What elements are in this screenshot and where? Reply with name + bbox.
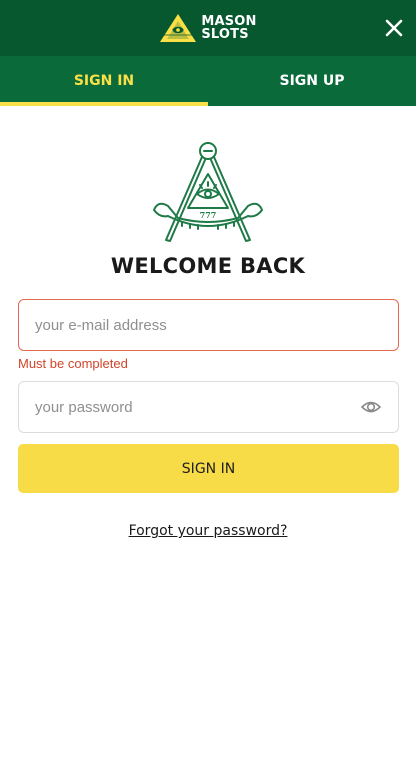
close-button[interactable] — [380, 14, 408, 42]
email-field[interactable] — [18, 299, 399, 351]
logo-text: MASON SLOTS — [201, 15, 256, 41]
page-title: WELCOME BACK — [110, 254, 306, 278]
auth-tabs: SIGN IN SIGN UP — [0, 56, 416, 106]
tab-sign-up[interactable]: SIGN UP — [208, 56, 416, 106]
eye-pyramid-icon — [160, 14, 197, 42]
eye-icon[interactable] — [360, 396, 382, 418]
tab-sign-in[interactable]: SIGN IN — [0, 56, 208, 106]
emblem-number: 777 — [200, 210, 217, 220]
password-input[interactable] — [35, 398, 360, 416]
email-input[interactable] — [35, 316, 382, 334]
app-header: MASON SLOTS — [0, 0, 416, 56]
logo[interactable]: MASON SLOTS — [159, 13, 256, 43]
close-icon — [385, 19, 403, 37]
forgot-password-wrapper: Forgot your password? — [0, 523, 416, 539]
logo-line-2: SLOTS — [201, 27, 249, 42]
password-field[interactable] — [18, 381, 399, 433]
sign-in-button[interactable]: SIGN IN — [18, 444, 399, 493]
forgot-password-link[interactable]: Forgot your password? — [129, 523, 288, 539]
email-error-message: Must be completed — [18, 356, 128, 371]
compass-square-emblem: 777 — [153, 142, 263, 242]
